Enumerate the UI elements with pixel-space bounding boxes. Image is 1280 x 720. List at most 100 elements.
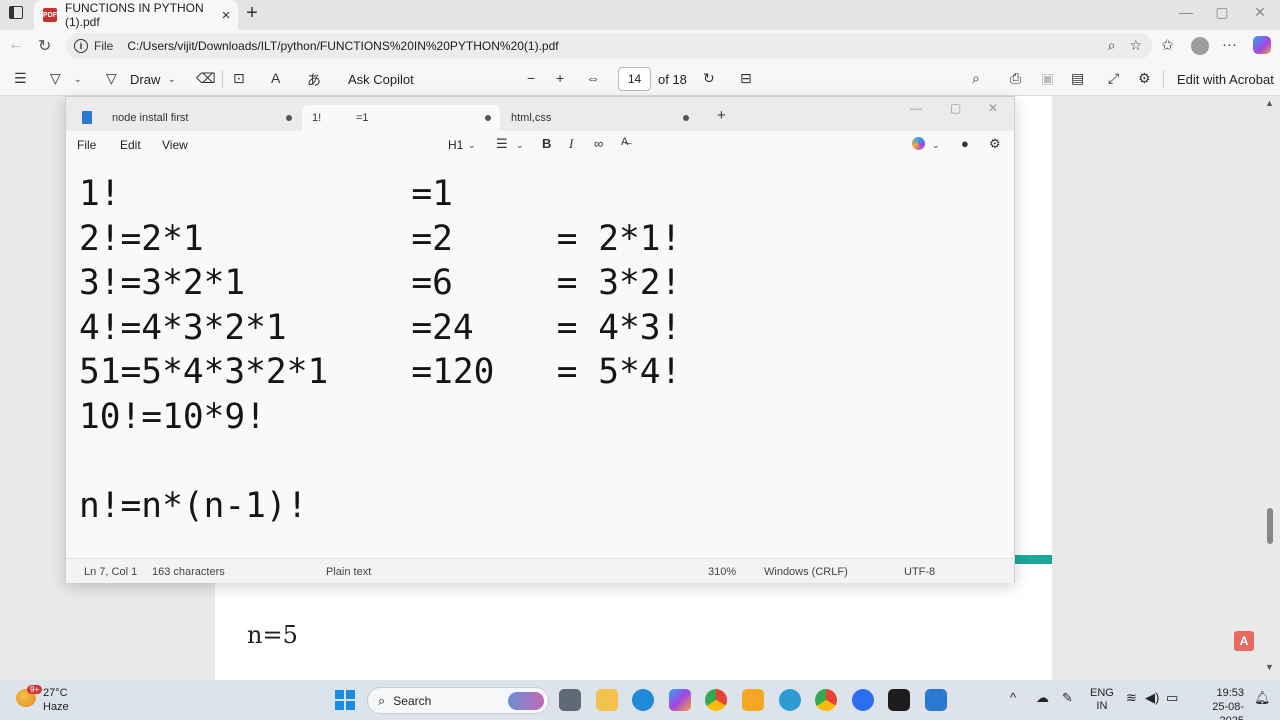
account-icon[interactable]: ●: [961, 136, 969, 151]
settings-gear-icon[interactable]: ⚙: [1138, 70, 1151, 87]
italic-icon[interactable]: I: [569, 136, 573, 152]
eraser-icon[interactable]: ⌫: [196, 70, 216, 87]
clock[interactable]: 19:53 25-08-2025: [1200, 686, 1244, 720]
bold-icon[interactable]: B: [542, 136, 551, 151]
notepad-settings-icon[interactable]: ⚙: [989, 136, 1001, 152]
clock-date: 25-08-2025: [1212, 701, 1244, 720]
text-box-icon[interactable]: ⊡: [233, 70, 245, 87]
favorites-icon[interactable]: ✩: [1161, 36, 1174, 54]
close-window-icon[interactable]: ✕: [1240, 4, 1280, 21]
taskbar-search[interactable]: ⌕ Search: [367, 687, 549, 714]
read-aloud-icon[interactable]: A: [271, 70, 280, 86]
browser-tab-pdf[interactable]: PDF FUNCTIONS IN PYTHON (1).pdf ×: [34, 0, 238, 30]
chevron-down-icon[interactable]: ⌄: [468, 140, 476, 151]
vertical-scrollbar-thumb[interactable]: [1267, 508, 1273, 544]
file-explorer-icon[interactable]: [596, 689, 618, 711]
pen-icon[interactable]: ✎: [1062, 690, 1073, 706]
address-url[interactable]: C:/Users/vijit/Downloads/ILT/python/FUNC…: [127, 39, 558, 53]
favorite-star-icon[interactable]: ☆: [1129, 37, 1142, 54]
acrobat-icon[interactable]: A: [1234, 631, 1254, 651]
notepad-minimize-icon[interactable]: —: [910, 101, 922, 115]
zoom-app-icon[interactable]: [852, 689, 874, 711]
refresh-icon[interactable]: ↻: [38, 36, 51, 56]
task-view-icon[interactable]: [559, 689, 581, 711]
notification-bell-icon[interactable]: 🔔︎: [1254, 690, 1271, 706]
contents-list-icon[interactable]: ☰: [14, 70, 27, 87]
back-icon[interactable]: ←: [8, 36, 24, 54]
volume-icon[interactable]: ◀): [1145, 690, 1159, 706]
wifi-icon[interactable]: ≋: [1126, 690, 1137, 706]
tray-overflow-icon[interactable]: ^: [1010, 690, 1016, 705]
weather-widget[interactable]: 27°C Haze: [43, 686, 69, 714]
vscode-icon[interactable]: [779, 689, 801, 711]
line-ending[interactable]: Windows (CRLF): [764, 566, 848, 578]
address-bar[interactable]: i File C:/Users/vijit/Downloads/ILT/pyth…: [66, 33, 1152, 59]
notepad-copilot-icon[interactable]: [912, 137, 925, 150]
chevron-down-icon[interactable]: ⌄: [516, 140, 524, 151]
start-button[interactable]: [335, 690, 355, 710]
page-view-icon[interactable]: ⊟: [740, 70, 752, 87]
fit-page-icon[interactable]: ⇔: [586, 70, 600, 86]
draw-icon[interactable]: ▽: [106, 70, 117, 87]
fullscreen-icon[interactable]: ⤢: [1108, 70, 1119, 87]
zoom-in-icon[interactable]: +: [556, 70, 564, 86]
copilot-app-icon[interactable]: [669, 689, 691, 711]
scroll-up-icon[interactable]: ▲: [1265, 98, 1274, 108]
notepad-tab-node-install[interactable]: node install first: [102, 105, 302, 131]
scroll-down-icon[interactable]: ▼: [1265, 662, 1274, 672]
text-format[interactable]: Plain text: [326, 566, 371, 578]
language-indicator[interactable]: ENG IN: [1090, 687, 1114, 713]
page-number-input[interactable]: 14: [618, 67, 651, 91]
clear-formatting-icon[interactable]: A̶: [621, 136, 628, 148]
zoom-icon[interactable]: ⌕: [1108, 37, 1116, 54]
notepad-tab-html-css[interactable]: html,css: [500, 105, 700, 131]
notepad-tab-label: html,css: [511, 112, 552, 124]
list-icon[interactable]: ☰: [496, 136, 508, 152]
search-icon[interactable]: ⌕: [972, 70, 980, 87]
zoom-level[interactable]: 310%: [708, 566, 736, 578]
copilot-icon[interactable]: [1253, 36, 1271, 54]
edge-browser-icon[interactable]: [632, 689, 654, 711]
chrome-icon[interactable]: [705, 689, 727, 711]
pycharm-icon[interactable]: [888, 689, 910, 711]
draw-button[interactable]: Draw: [130, 72, 160, 87]
rotate-icon[interactable]: ↻: [703, 70, 715, 87]
onedrive-icon[interactable]: ☁: [1036, 690, 1049, 706]
edit-with-acrobat-button[interactable]: Edit with Acrobat: [1177, 72, 1274, 87]
notepad-editor[interactable]: 1! =1 2!=2*1 =2 = 2*1! 3!=3*2*1 =6 = 3*2! 4…: [66, 159, 1014, 558]
new-notepad-tab-icon[interactable]: +: [717, 107, 726, 124]
battery-icon[interactable]: ▭: [1166, 690, 1178, 706]
ask-copilot-button[interactable]: Ask Copilot: [348, 72, 414, 87]
maximize-icon[interactable]: ▢: [1202, 4, 1242, 21]
notepad-close-icon[interactable]: ✕: [988, 101, 998, 115]
profile-avatar[interactable]: [1191, 37, 1209, 55]
print-icon[interactable]: ⎙: [1010, 70, 1021, 87]
encoding[interactable]: UTF-8: [904, 566, 935, 578]
notepad-tab-active[interactable]: 1! =1: [302, 105, 500, 131]
menu-view[interactable]: View: [162, 138, 188, 152]
notepad-maximize-icon[interactable]: ▢: [950, 101, 961, 115]
more-menu-icon[interactable]: ···: [1222, 36, 1237, 53]
chevron-down-icon[interactable]: ⌄: [932, 140, 940, 151]
tab-actions-icon[interactable]: [9, 6, 23, 19]
translate-icon[interactable]: あ: [307, 70, 321, 90]
chrome-profile-icon[interactable]: [815, 689, 837, 711]
store-icon[interactable]: [742, 689, 764, 711]
heading-dropdown[interactable]: H1: [448, 138, 463, 152]
close-tab-icon[interactable]: ×: [214, 7, 238, 24]
taskbar-search-label: Search: [393, 693, 432, 708]
new-tab-icon[interactable]: +: [242, 2, 262, 25]
link-icon[interactable]: ∞: [594, 136, 603, 151]
unsaved-dot-icon: [286, 115, 292, 121]
chevron-down-icon[interactable]: ⌄: [74, 74, 82, 85]
save-icon[interactable]: ▣: [1041, 70, 1054, 87]
chevron-down-icon[interactable]: ⌄: [168, 74, 176, 85]
info-icon[interactable]: i: [74, 39, 88, 53]
save-as-icon[interactable]: ▤: [1071, 70, 1084, 87]
highlight-icon[interactable]: ▽: [50, 70, 61, 87]
menu-file[interactable]: File: [77, 138, 96, 152]
zoom-out-icon[interactable]: −: [527, 70, 535, 86]
minimize-icon[interactable]: —: [1166, 4, 1206, 20]
notepad-app-icon[interactable]: [925, 689, 947, 711]
menu-edit[interactable]: Edit: [120, 138, 141, 152]
